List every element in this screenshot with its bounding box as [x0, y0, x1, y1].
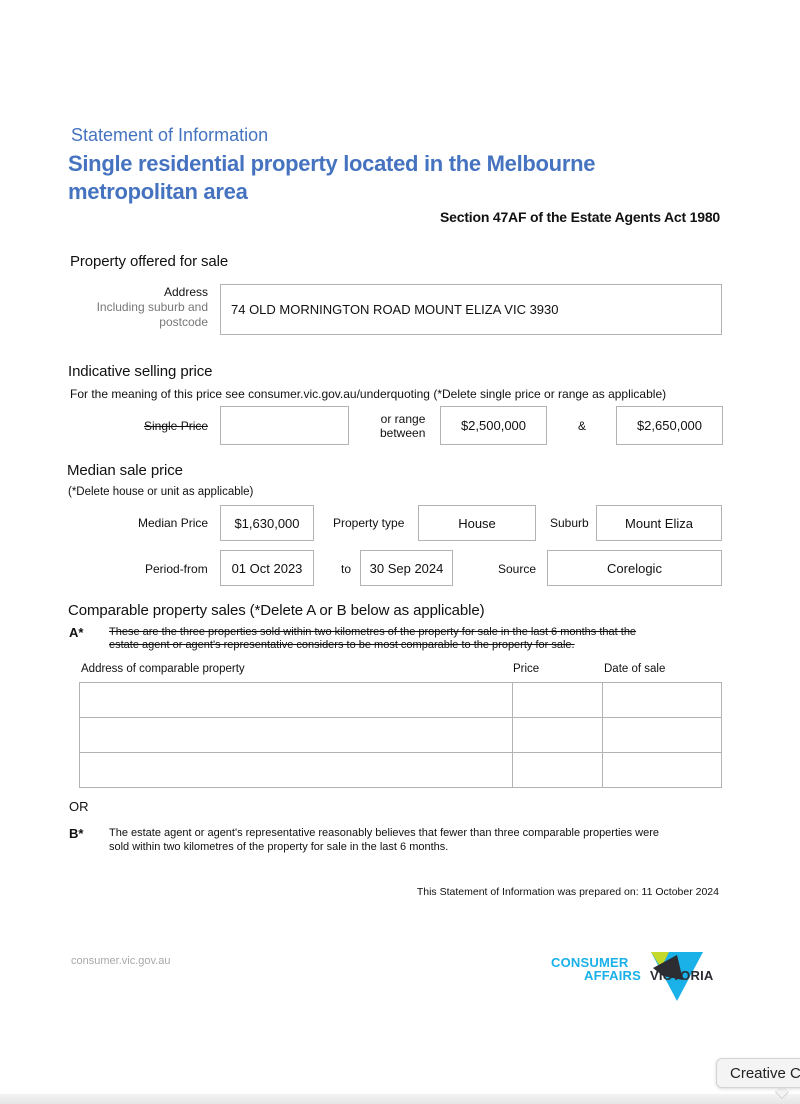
- comparable-price-cell[interactable]: [512, 682, 603, 718]
- tooltip: Creative C: [716, 1058, 800, 1088]
- comparable-date-cell[interactable]: [602, 717, 722, 753]
- address-sublabel: Including suburb and: [96, 300, 208, 314]
- comparable-section-title: Comparable property sales (*Delete A or …: [68, 602, 485, 619]
- document-subtitle: Statement of Information: [71, 125, 269, 145]
- range-high-field[interactable]: $2,650,000: [616, 406, 723, 445]
- document-title-line2: metropolitan area: [68, 179, 248, 204]
- column-header-address: Address of comparable property: [81, 663, 245, 675]
- suburb-label: Suburb: [550, 516, 589, 530]
- option-b-marker: B*: [69, 826, 84, 841]
- address-label: Address: [163, 285, 208, 299]
- consumer-affairs-victoria-logo: CONSUMER AFFAIRS VICTORIA: [551, 952, 726, 1002]
- period-from-field[interactable]: 01 Oct 2023: [220, 550, 314, 586]
- prepared-date: This Statement of Information was prepar…: [416, 886, 719, 898]
- range-separator: &: [578, 419, 587, 433]
- table-row: [79, 682, 722, 718]
- table-row: [79, 717, 722, 753]
- property-type-value: House: [458, 515, 496, 531]
- range-low-value: $2,500,000: [460, 418, 527, 433]
- property-section-title: Property offered for sale: [70, 253, 229, 270]
- median-note: (*Delete house or unit as applicable): [68, 486, 254, 498]
- range-label-line1: or range: [380, 412, 426, 426]
- or-label: OR: [69, 799, 89, 814]
- range-label-line2: between: [380, 426, 426, 440]
- comparable-price-cell[interactable]: [512, 752, 603, 788]
- comparable-price-cell[interactable]: [512, 717, 603, 753]
- median-price-label: Median Price: [138, 516, 209, 530]
- address-sublabel: postcode: [159, 315, 208, 329]
- suburb-value: Mount Eliza: [625, 515, 693, 531]
- period-from-value: 01 Oct 2023: [231, 560, 303, 576]
- source-value: Corelogic: [607, 560, 662, 576]
- range-high-value: $2,650,000: [636, 418, 703, 433]
- comparable-address-cell[interactable]: [79, 682, 513, 718]
- indicative-price-note: For the meaning of this price see consum…: [70, 387, 667, 401]
- comparable-address-cell[interactable]: [79, 717, 513, 753]
- source-field[interactable]: Corelogic: [547, 550, 722, 586]
- option-b-text-line1: The estate agent or agent's representati…: [109, 827, 659, 839]
- property-type-field[interactable]: House: [418, 505, 536, 541]
- median-section-title: Median sale price: [67, 462, 183, 479]
- suburb-field[interactable]: Mount Eliza: [596, 505, 722, 541]
- period-to-value: 30 Sep 2024: [369, 560, 444, 576]
- range-label: or range between: [380, 412, 425, 440]
- viewer-bottom-bar: [0, 1094, 800, 1104]
- source-label: Source: [498, 562, 537, 576]
- document-title-line1: Single residential property located in t…: [68, 151, 596, 176]
- comparable-date-cell[interactable]: [602, 752, 722, 788]
- period-from-label: Period-from: [145, 562, 208, 576]
- column-header-date: Date of sale: [604, 663, 666, 675]
- option-a-text-line2: estate agent or agent's representative c…: [109, 639, 575, 651]
- comparable-sales-table: [79, 682, 722, 788]
- median-price-field[interactable]: $1,630,000: [220, 505, 314, 541]
- footer-website[interactable]: consumer.vic.gov.au: [71, 955, 170, 967]
- period-to-label: to: [341, 562, 352, 576]
- tooltip-text: Creative C: [730, 1065, 800, 1082]
- comparable-address-cell[interactable]: [79, 752, 513, 788]
- single-price-label: Single Price: [144, 419, 209, 433]
- address-field[interactable]: 74 OLD MORNINGTON ROAD MOUNT ELIZA VIC 3…: [220, 284, 722, 335]
- column-header-price: Price: [513, 663, 540, 675]
- comparable-date-cell[interactable]: [602, 682, 722, 718]
- option-a-text-line1: These are the three properties sold with…: [109, 626, 637, 638]
- property-type-label: Property type: [333, 516, 405, 530]
- table-row: [79, 752, 722, 788]
- address-value: 74 OLD MORNINGTON ROAD MOUNT ELIZA VIC 3…: [231, 302, 559, 317]
- act-reference: Section 47AF of the Estate Agents Act 19…: [440, 209, 720, 225]
- single-price-field[interactable]: [220, 406, 349, 445]
- logo-affairs-text: AFFAIRS: [584, 968, 642, 983]
- option-a-marker: A*: [69, 625, 84, 640]
- indicative-price-section-title: Indicative selling price: [68, 363, 213, 380]
- median-price-value: $1,630,000: [234, 515, 300, 531]
- period-to-field[interactable]: 30 Sep 2024: [360, 550, 453, 586]
- option-b-text-line2: sold within two kilometres of the proper…: [109, 841, 449, 853]
- logo-victoria-text: VICTORIA: [650, 968, 714, 983]
- range-low-field[interactable]: $2,500,000: [440, 406, 547, 445]
